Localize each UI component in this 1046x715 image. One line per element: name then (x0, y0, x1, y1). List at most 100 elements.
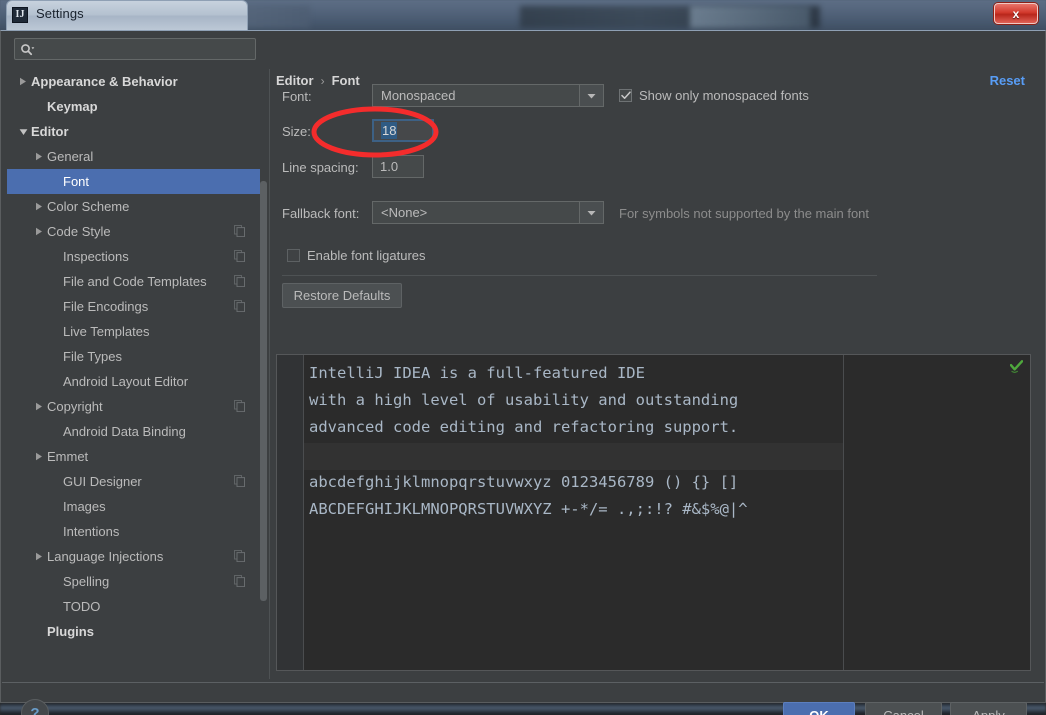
sidebar-item-label: Emmet (47, 449, 89, 464)
sidebar-item-label: Editor (31, 124, 69, 139)
copy-settings-icon[interactable] (234, 550, 245, 565)
sidebar-item-label: Live Templates (63, 324, 150, 339)
screenshot-root: IJ Settings x Appearance & Behavior Keyma… (0, 0, 1046, 715)
sidebar-item-font[interactable]: Font (7, 169, 265, 194)
sidebar-item-language-injections[interactable]: Language Injections (7, 544, 265, 569)
fallback-font-label: Fallback font: (282, 206, 360, 221)
sidebar-item-todo[interactable]: TODO (7, 594, 265, 619)
line-spacing-input[interactable]: 1.0 (372, 155, 424, 178)
cancel-button[interactable]: Cancel (865, 702, 942, 715)
search-input[interactable] (38, 41, 242, 57)
sidebar-item-live-templates[interactable]: Live Templates (7, 319, 265, 344)
fallback-font-combobox[interactable]: <None> (372, 201, 604, 224)
sidebar-item-keymap[interactable]: Keymap (7, 94, 265, 119)
size-value: 18 (381, 122, 398, 139)
sidebar-item-spelling[interactable]: Spelling (7, 569, 265, 594)
font-preview-editor[interactable]: 12345678910 IntelliJ IDEA is a full-feat… (276, 354, 1031, 671)
sidebar-item-code-style[interactable]: Code Style (7, 219, 265, 244)
settings-tree[interactable]: Appearance & Behavior Keymap Editor General… (7, 69, 265, 669)
sidebar-item-label: Color Scheme (47, 199, 130, 214)
sidebar-item-label: General (47, 149, 94, 164)
copy-settings-icon[interactable] (234, 400, 245, 415)
checkbox-checked-icon (619, 89, 632, 102)
sidebar-item-general[interactable]: General (7, 144, 265, 169)
preview-right-pane (844, 355, 1030, 670)
font-family-combobox[interactable]: Monospaced (372, 84, 604, 107)
apply-label-rest: pply (981, 708, 1005, 715)
apply-mnemonic: A (972, 708, 981, 715)
reset-link[interactable]: Reset (990, 73, 1025, 88)
copy-settings-icon[interactable] (234, 250, 245, 265)
chevron-right-icon[interactable] (31, 227, 47, 236)
breadcrumb-separator-icon: › (320, 73, 325, 88)
chevron-right-icon[interactable] (31, 552, 47, 561)
window-title: Settings (36, 6, 84, 21)
sidebar-item-color-scheme[interactable]: Color Scheme (7, 194, 265, 219)
chevron-right-icon[interactable] (31, 152, 47, 161)
sidebar-item-label: File Types (63, 349, 123, 364)
sidebar-item-label: Android Data Binding (63, 424, 186, 439)
sidebar-item-label: Plugins (47, 624, 94, 639)
apply-button[interactable]: Apply (950, 702, 1027, 715)
checkbox-unchecked-icon (287, 249, 300, 262)
settings-search-box[interactable] (14, 38, 256, 60)
sidebar-item-label: Spelling (63, 574, 110, 589)
dialog-titlebar: IJ Settings x (0, 0, 1046, 30)
copy-settings-icon[interactable] (234, 575, 245, 590)
chevron-right-icon[interactable] (31, 202, 47, 211)
sidebar-item-label: File and Code Templates (63, 274, 207, 289)
chevron-down-icon[interactable] (579, 85, 603, 106)
fallback-font-value: <None> (381, 205, 428, 220)
sidebar-item-label: Copyright (47, 399, 103, 414)
sidebar-item-label: Android Layout Editor (63, 374, 189, 389)
copy-settings-icon[interactable] (234, 300, 245, 315)
sidebar-item-editor[interactable]: Editor (7, 119, 265, 144)
sidebar-item-label: Code Style (47, 224, 111, 239)
size-label: Size: (282, 124, 311, 139)
sidebar-scrollbar-thumb[interactable] (260, 181, 267, 601)
size-input[interactable]: 18 (372, 119, 434, 142)
sidebar-item-copyright[interactable]: Copyright (7, 394, 265, 419)
sidebar-item-intentions[interactable]: Intentions (7, 519, 265, 544)
sidebar-item-inspections[interactable]: Inspections (7, 244, 265, 269)
chevron-right-icon[interactable] (31, 402, 47, 411)
code-line: abcdefghijklmnopqrstuvwxyz 0123456789 ()… (309, 472, 739, 491)
sidebar-item-android-data-binding[interactable]: Android Data Binding (7, 419, 265, 444)
chevron-right-icon[interactable] (15, 77, 31, 86)
section-divider (282, 275, 877, 276)
help-icon[interactable]: ? (21, 699, 49, 715)
breadcrumb-leaf: Font (331, 73, 360, 88)
line-spacing-value: 1.0 (380, 159, 399, 174)
sidebar-item-file-types[interactable]: File Types (7, 344, 265, 369)
show-only-monospaced-checkbox[interactable]: Show only monospaced fonts (619, 88, 809, 103)
enable-font-ligatures-checkbox[interactable]: Enable font ligatures (287, 248, 426, 263)
green-checkmark-icon (1009, 360, 1024, 378)
copy-settings-icon[interactable] (234, 275, 245, 290)
restore-defaults-button[interactable]: Restore Defaults (282, 283, 402, 308)
sidebar-item-android-layout-editor[interactable]: Android Layout Editor (7, 369, 265, 394)
sidebar-item-file-and-code-templates[interactable]: File and Code Templates (7, 269, 265, 294)
font-label: Font: (282, 89, 312, 104)
copy-settings-icon[interactable] (234, 475, 245, 490)
chevron-down-icon[interactable] (15, 128, 31, 136)
code-line: ABCDEFGHIJKLMNOPQRSTUVWXYZ +-*/= .,;:!? … (309, 500, 748, 518)
sidebar-item-label: GUI Designer (63, 474, 142, 489)
close-icon[interactable]: x (994, 3, 1038, 24)
sidebar-item-label: Language Injections (47, 549, 164, 564)
sidebar-item-file-encodings[interactable]: File Encodings (7, 294, 265, 319)
chevron-right-icon[interactable] (31, 452, 47, 461)
sidebar-item-label: Intentions (63, 524, 120, 539)
ok-button[interactable]: OK (783, 702, 855, 715)
copy-settings-icon[interactable] (234, 225, 245, 240)
sidebar-item-images[interactable]: Images (7, 494, 265, 519)
breadcrumb-root[interactable]: Editor (276, 73, 314, 88)
sidebar-item-plugins[interactable]: Plugins (7, 619, 265, 644)
enable-font-ligatures-label: Enable font ligatures (307, 248, 426, 263)
code-line: with a high level of usability and outst… (309, 391, 739, 410)
sidebar-item-emmet[interactable]: Emmet (7, 444, 265, 469)
footer-divider (2, 682, 1044, 683)
settings-dialog: IJ Settings x Appearance & Behavior Keyma… (0, 0, 1046, 715)
sidebar-item-appearance-behavior[interactable]: Appearance & Behavior (7, 69, 265, 94)
sidebar-item-gui-designer[interactable]: GUI Designer (7, 469, 265, 494)
chevron-down-icon[interactable] (579, 202, 603, 223)
